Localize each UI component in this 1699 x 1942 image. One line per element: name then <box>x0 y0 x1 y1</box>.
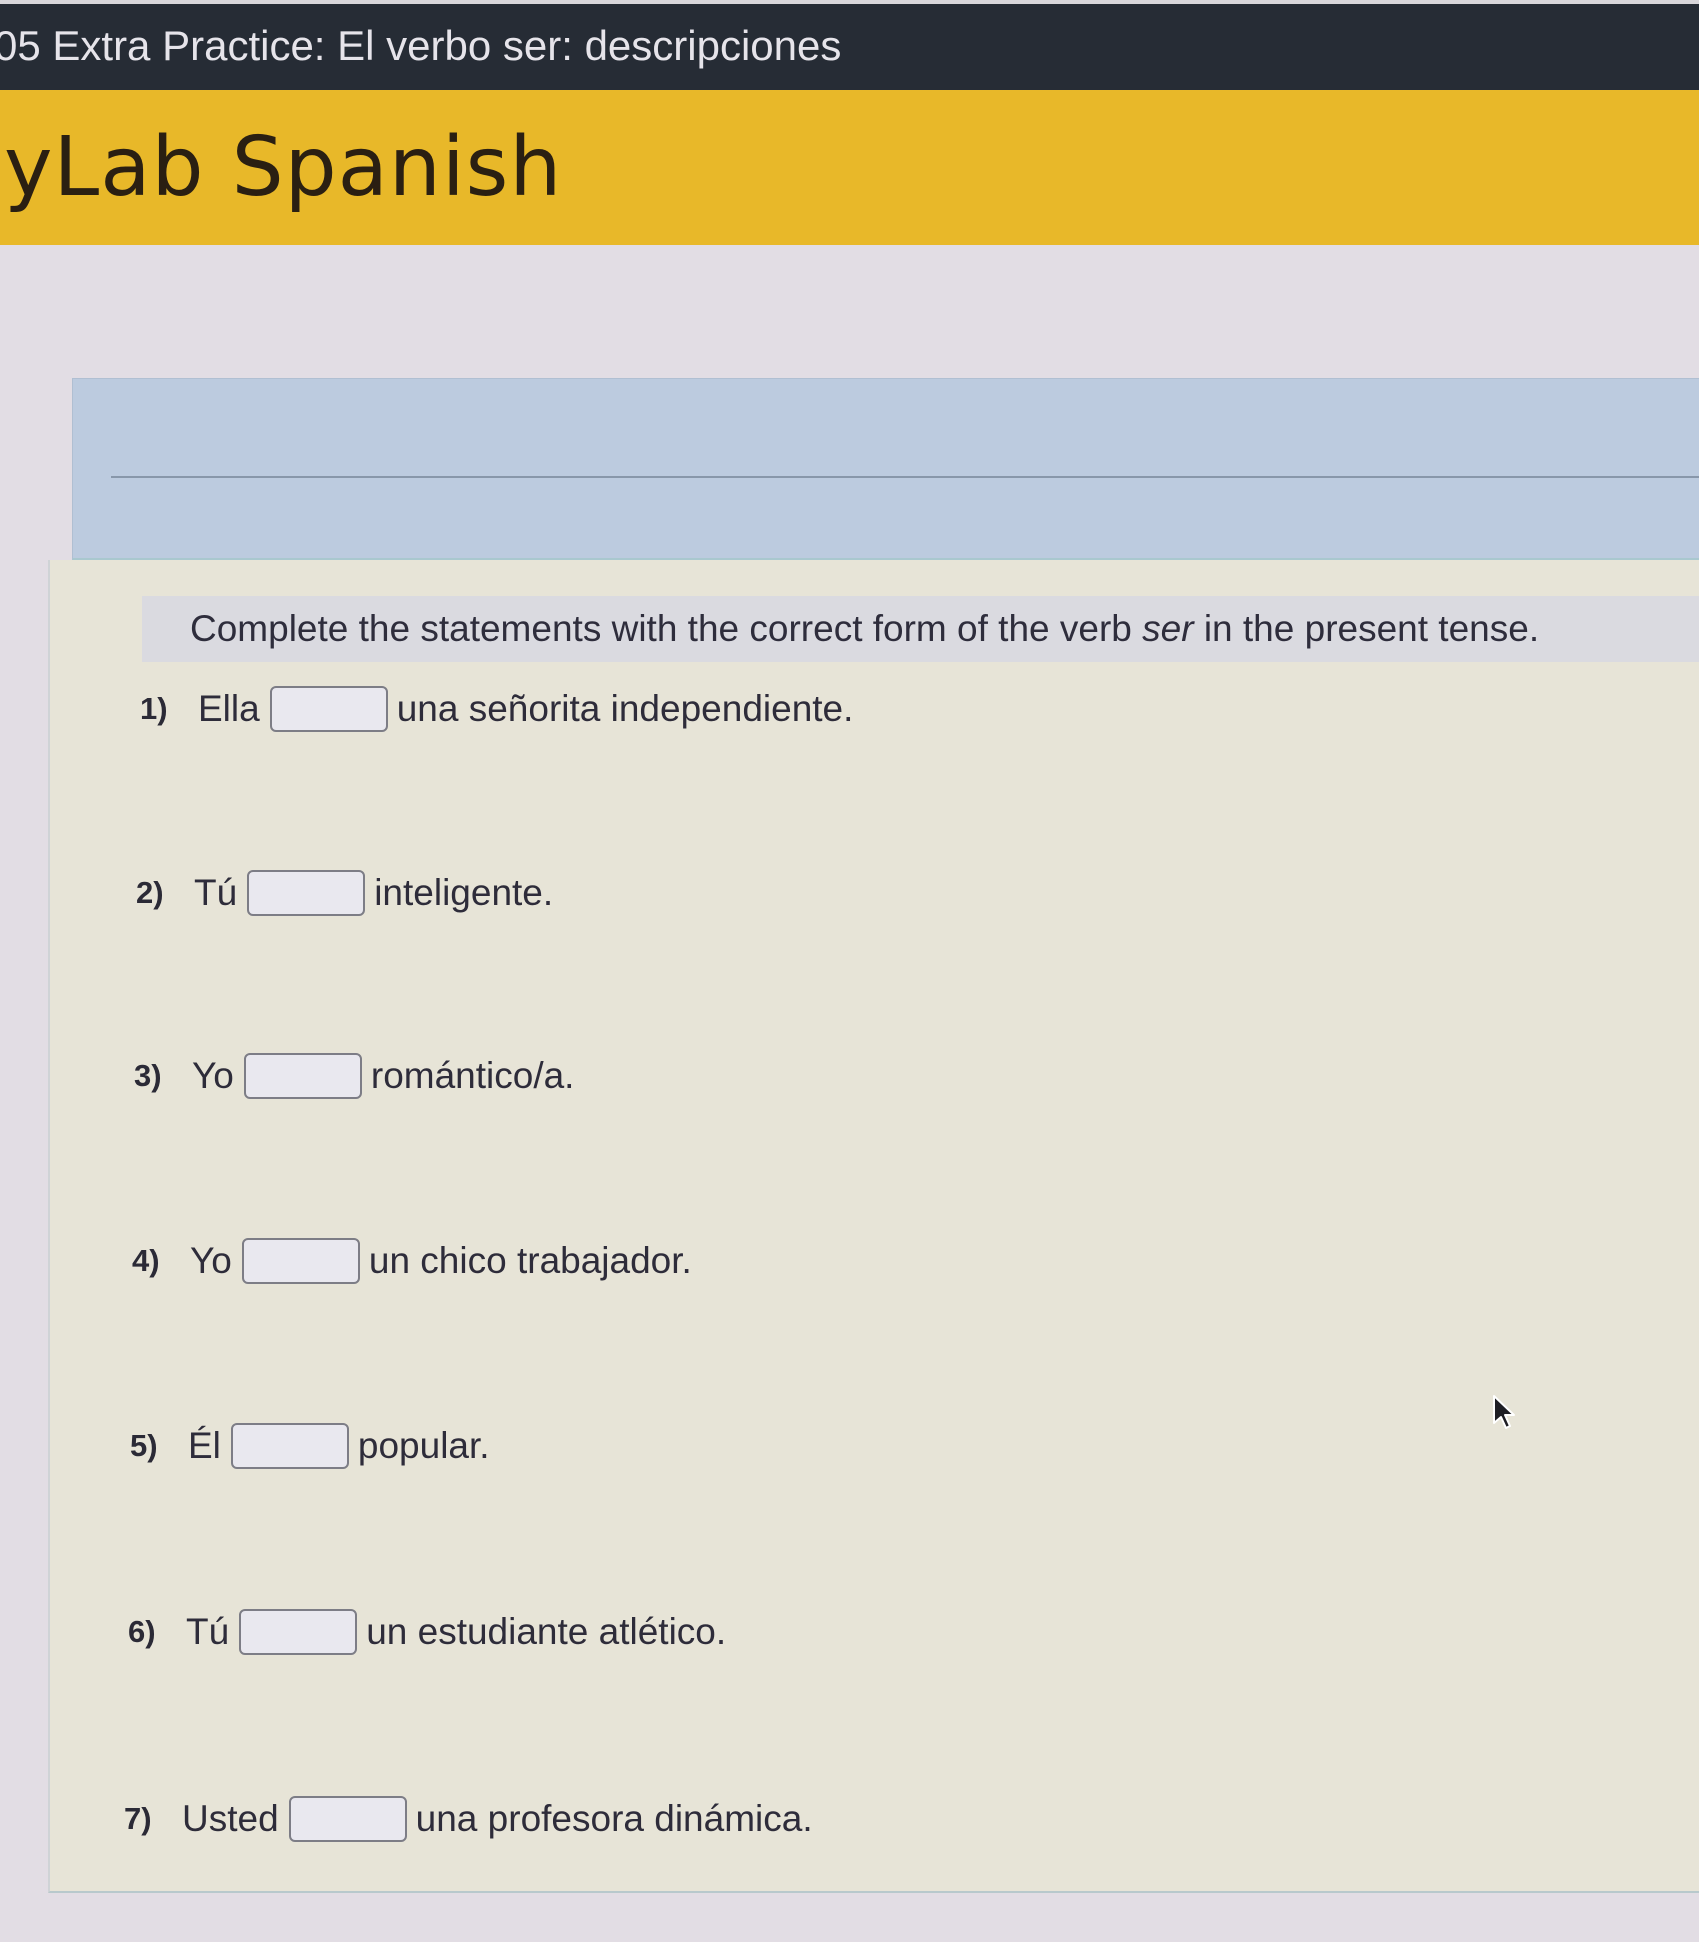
question-item-6: 6) Tú un estudiante atlético. <box>128 1609 726 1655</box>
question-subject: Ella <box>198 688 260 729</box>
instruction-emphasis: ser <box>1142 608 1194 649</box>
window-title: 05 Extra Practice: El verbo ser: descrip… <box>0 22 842 69</box>
brand-name: yLab Spanish <box>4 120 563 215</box>
instruction-text-after: in the present tense. <box>1193 608 1540 649</box>
question-item-7: 7) Usted una profesora dinámica. <box>124 1796 813 1842</box>
question-rest: un chico trabajador. <box>368 1240 692 1281</box>
question-rest: romántico/a. <box>370 1055 575 1096</box>
brand-banner: yLab Spanish <box>0 90 1699 245</box>
question-number: 3) <box>134 1058 162 1093</box>
question-subject: Yo <box>190 1240 232 1281</box>
answer-input-1[interactable] <box>269 686 388 732</box>
answer-input-6[interactable] <box>239 1609 358 1655</box>
question-item-1: 1) Ella una señorita independiente. <box>140 686 853 732</box>
question-rest: una profesora dinámica. <box>415 1798 813 1839</box>
answer-input-4[interactable] <box>241 1238 360 1284</box>
question-item-3: 3) Yo romántico/a. <box>134 1053 574 1099</box>
question-number: 4) <box>132 1243 160 1278</box>
header-divider <box>111 476 1699 478</box>
question-rest: un estudiante atlético. <box>366 1611 727 1652</box>
question-number: 1) <box>140 691 168 726</box>
question-number: 7) <box>124 1801 152 1836</box>
question-subject: Él <box>188 1425 221 1466</box>
mouse-cursor-icon <box>1493 1395 1515 1429</box>
answer-input-7[interactable] <box>288 1796 407 1842</box>
answer-input-5[interactable] <box>230 1423 349 1469</box>
question-subject: Yo <box>192 1055 234 1096</box>
question-number: 6) <box>128 1614 156 1649</box>
question-subject: Tú <box>186 1611 230 1652</box>
instruction-text-before: Complete the statements with the correct… <box>190 608 1143 649</box>
question-rest: una señorita independiente. <box>396 688 854 729</box>
window-title-bar: 05 Extra Practice: El verbo ser: descrip… <box>0 0 1699 90</box>
answer-input-2[interactable] <box>247 870 366 916</box>
activity-content-panel: Complete the statements with the correct… <box>48 560 1699 1893</box>
question-rest: inteligente. <box>374 872 554 913</box>
activity-header-panel <box>72 378 1699 560</box>
question-rest: popular. <box>357 1425 490 1466</box>
question-number: 5) <box>130 1428 158 1463</box>
answer-input-3[interactable] <box>243 1053 362 1099</box>
question-item-5: 5) Él popular. <box>130 1423 490 1469</box>
question-subject: Usted <box>182 1798 279 1839</box>
question-item-4: 4) Yo un chico trabajador. <box>132 1238 692 1284</box>
question-subject: Tú <box>194 872 238 913</box>
question-number: 2) <box>136 875 164 910</box>
instructions: Complete the statements with the correct… <box>142 596 1699 662</box>
question-item-2: 2) Tú inteligente. <box>136 870 553 916</box>
